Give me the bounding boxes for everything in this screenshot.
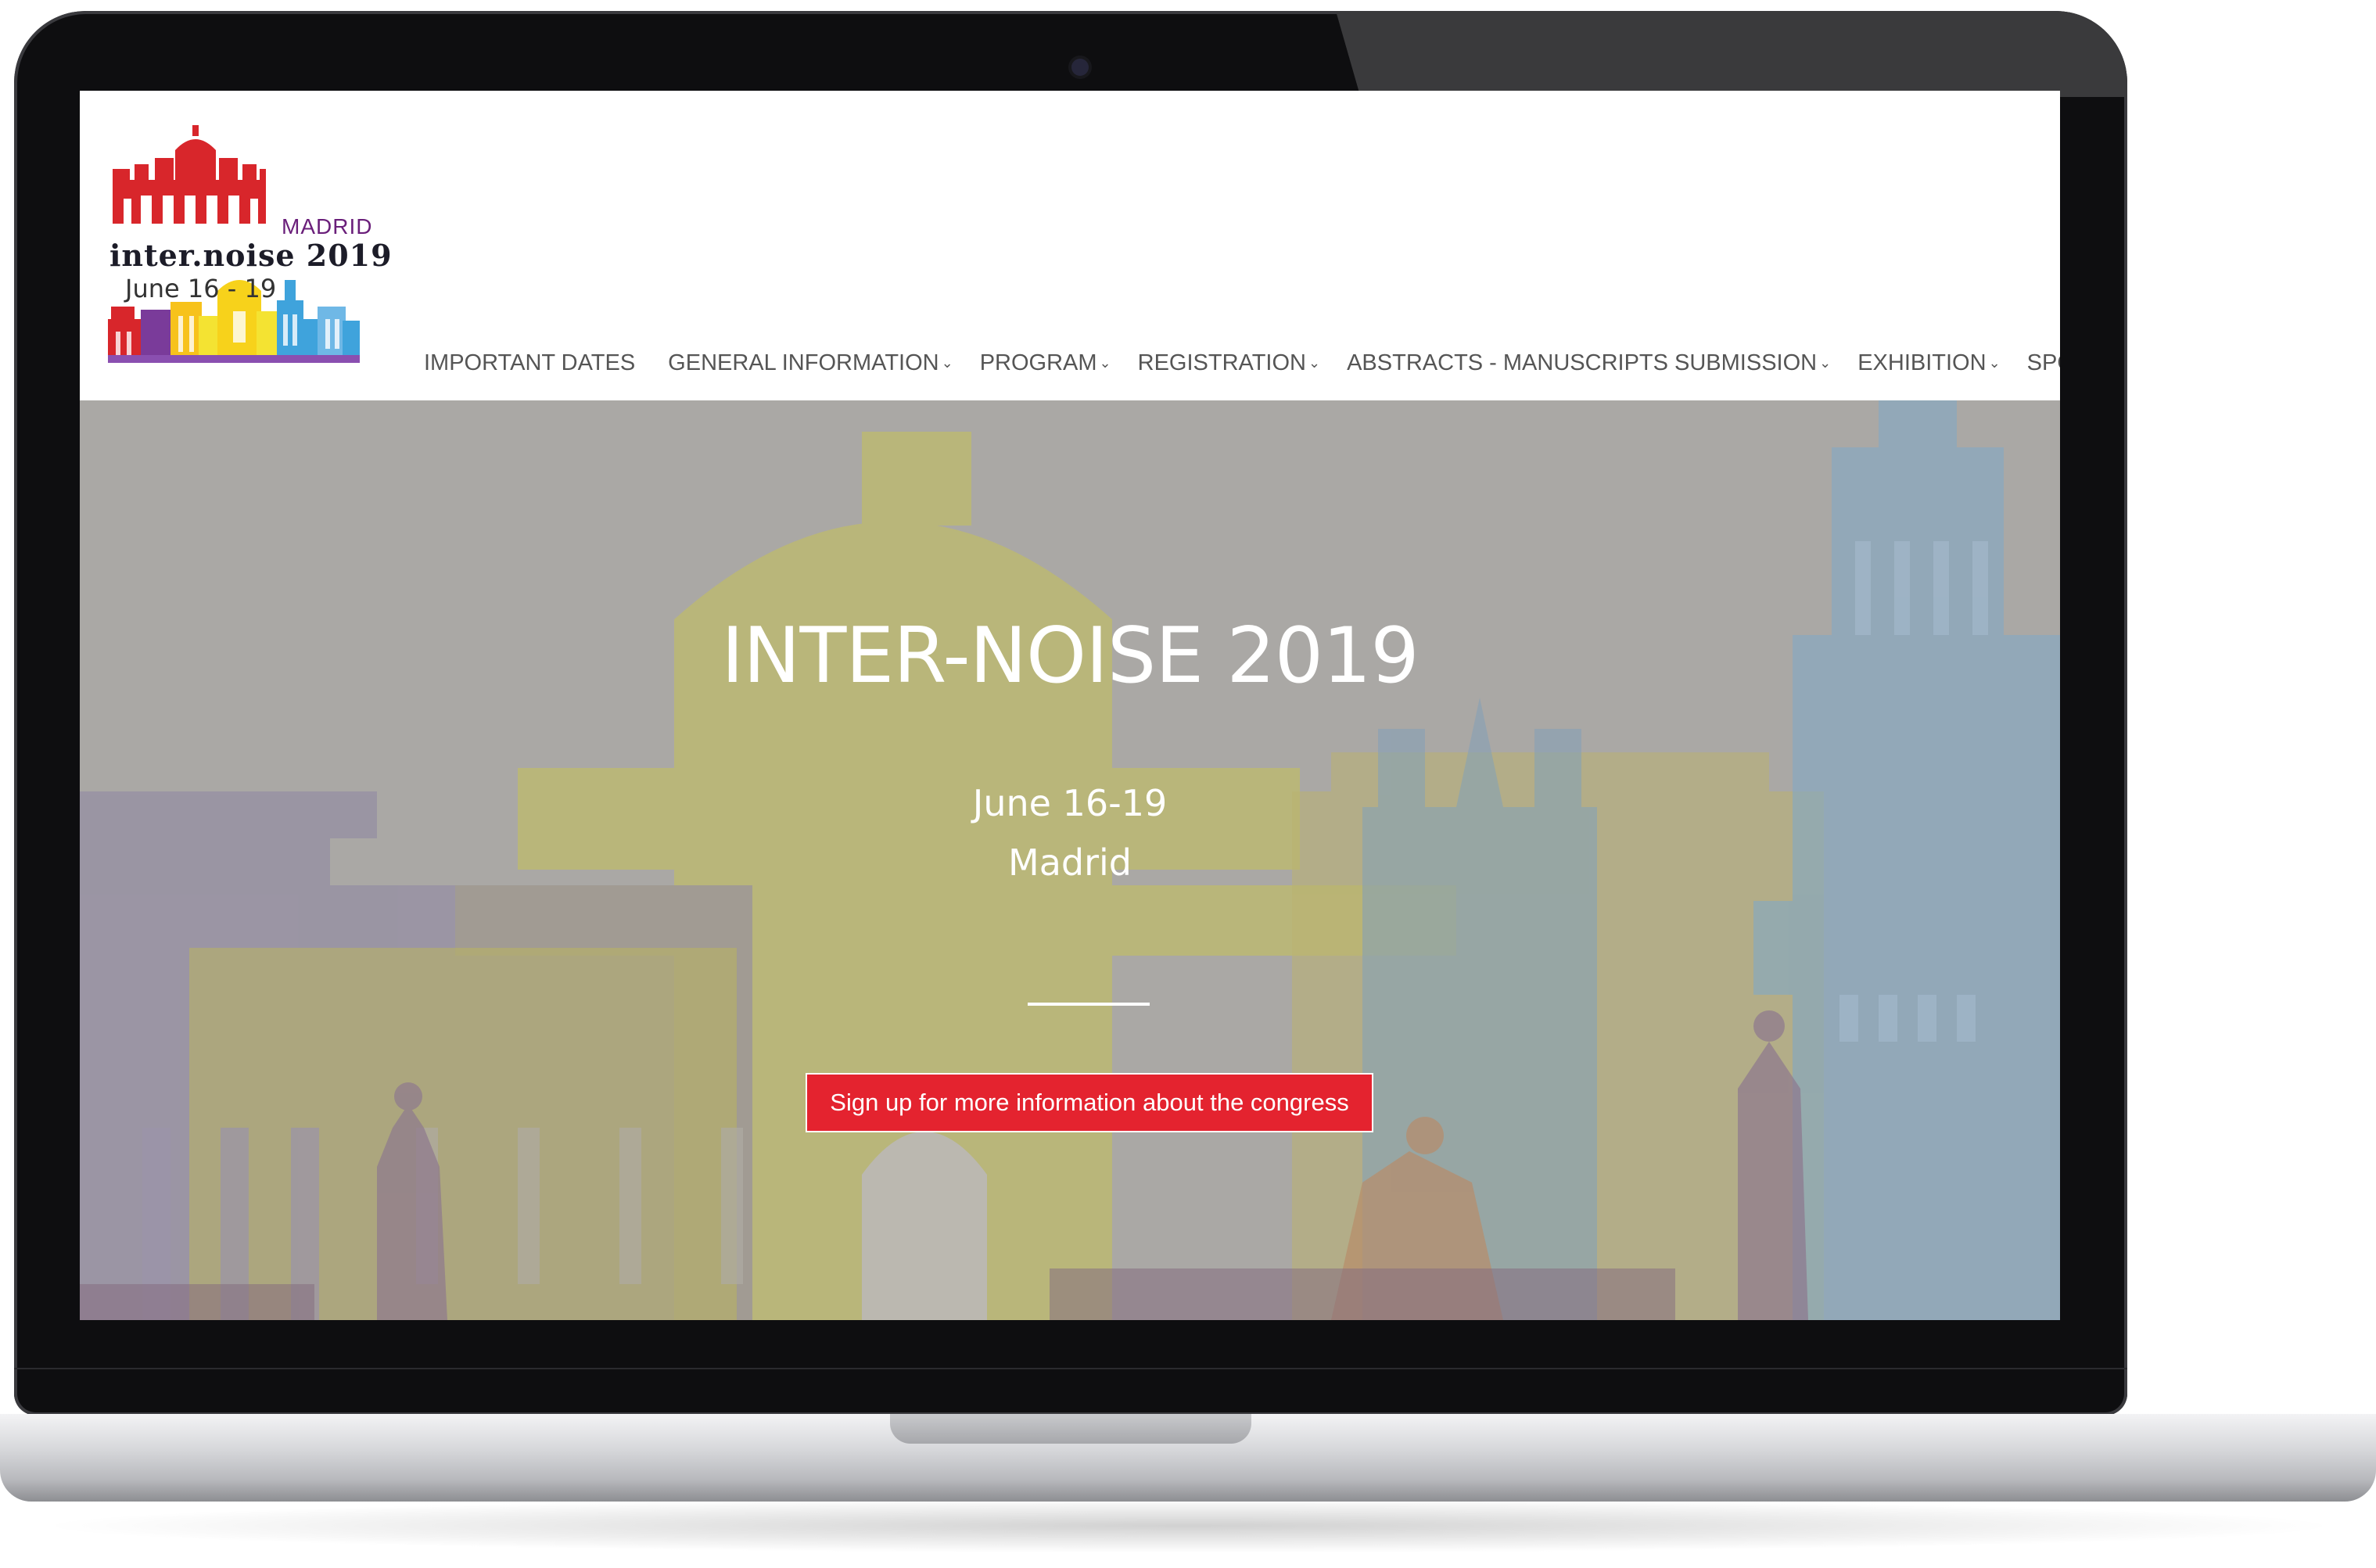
hero-city: Madrid	[1008, 841, 1132, 884]
nav-general-information[interactable]: GENERAL INFORMATION ⌄	[668, 350, 953, 376]
signup-button[interactable]: Sign up for more information about the c…	[806, 1073, 1373, 1132]
nav-label: PROGRAM	[979, 350, 1097, 375]
nav-important-dates[interactable]: IMPORTANT DATES	[424, 350, 635, 376]
webcam-icon	[1071, 59, 1089, 76]
bezel-edge	[14, 1368, 2127, 1369]
chevron-down-icon: ⌄	[1988, 354, 2001, 371]
nav-label: GENERAL INFORMATION	[668, 350, 939, 375]
nav-label: ABSTRACTS - MANUSCRIPTS SUBMISSION	[1347, 350, 1818, 375]
nav-label: REGISTRATION	[1137, 350, 1306, 375]
nav-program[interactable]: PROGRAM ⌄	[980, 350, 1111, 376]
hero-title: INTER-NOISE 2019	[721, 612, 1419, 701]
hero-banner: INTER-NOISE 2019 June 16-19 Madrid Sign …	[80, 400, 2060, 1320]
logo-brand: inter.noise 2019	[109, 238, 393, 273]
logo-city: MADRID	[282, 214, 373, 239]
nav-label: EXHIBITION	[1857, 350, 1987, 375]
main-nav: IMPORTANT DATES GENERAL INFORMATION ⌄ PRO…	[424, 346, 2060, 380]
laptop-shadow	[31, 1498, 2346, 1553]
site-logo[interactable]: MADRID inter.noise 2019 June 16 - 19	[100, 124, 392, 368]
nav-label: IMPORTANT DATES	[424, 350, 636, 375]
browser-viewport: MADRID inter.noise 2019 June 16 - 19 IMP…	[80, 91, 2060, 1320]
logo-dates: June 16 - 19	[125, 274, 277, 303]
nav-label: SPONSORS	[2026, 350, 2060, 375]
hero-date: June 16-19	[972, 782, 1168, 824]
site-header: MADRID inter.noise 2019 June 16 - 19 IMP…	[80, 91, 2060, 400]
hero-divider	[1028, 1003, 1150, 1006]
chevron-down-icon: ⌄	[941, 354, 953, 371]
chevron-down-icon: ⌄	[1819, 354, 1832, 371]
nav-exhibition[interactable]: EXHIBITION ⌄	[1857, 350, 2000, 376]
nav-abstracts-submission[interactable]: ABSTRACTS - MANUSCRIPTS SUBMISSION ⌄	[1347, 350, 1831, 376]
nav-sponsors[interactable]: SPONSORS	[2027, 350, 2060, 376]
chevron-down-icon: ⌄	[1308, 354, 1321, 371]
nav-registration[interactable]: REGISTRATION ⌄	[1138, 350, 1320, 376]
lid-glare	[1336, 11, 2127, 97]
chevron-down-icon: ⌄	[1099, 354, 1111, 371]
laptop-notch	[890, 1414, 1251, 1444]
